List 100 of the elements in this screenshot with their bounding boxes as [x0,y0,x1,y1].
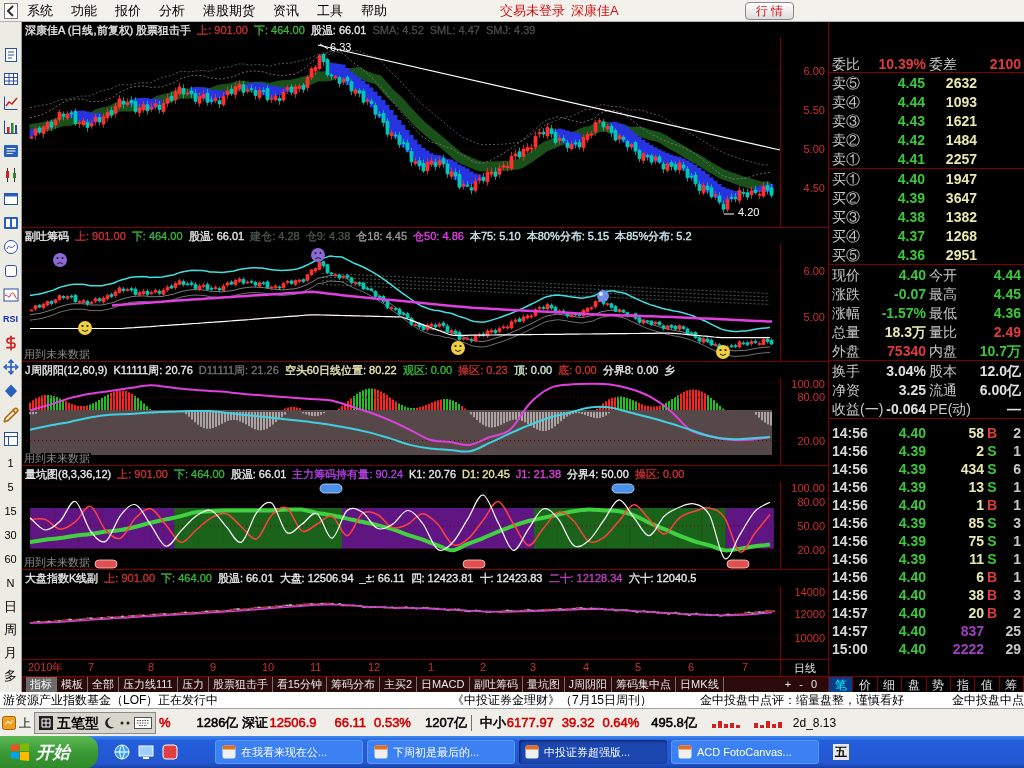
menu-item[interactable]: 帮助 [361,4,387,17]
period-button[interactable]: 5 [7,481,14,493]
taskbar-button[interactable]: ACD FotoCanvas... [671,740,819,764]
bid-price: 4.40 [897,171,925,186]
zoom-button[interactable]: - [798,679,804,690]
indicator-tab[interactable]: 指标 [26,677,57,692]
curve-icon[interactable] [2,239,19,255]
detail-tab[interactable]: 笔 [829,677,854,692]
bar-chart-icon[interactable] [2,119,19,135]
ask-volume: 1621 [945,113,977,128]
panel-icon[interactable] [2,215,19,231]
smiley-icon [716,345,730,359]
indicator-value: 股温: 66.01 [217,572,274,584]
stat-value: 3.04% [886,363,926,378]
indicator-value: 仓9: 4.38 [305,230,351,242]
trade-time: 14:56 [832,588,868,602]
list-icon[interactable] [2,143,19,159]
move-icon[interactable] [2,359,19,375]
axis-label: 4.50 [803,182,825,194]
window-icon[interactable] [2,191,19,207]
frown-face-icon [53,253,67,267]
rsi-button[interactable]: RSI [3,314,18,324]
trade-volume: 6 [976,570,984,584]
menu-item[interactable]: 报价 [115,4,141,17]
ask-price: 4.44 [897,94,925,109]
stat-label: 现价 [832,267,860,282]
news-headline[interactable]: 游资源产业指数基金（LOF）正在发行中 [3,693,219,707]
indicator-value: 仓50: 4.86 [413,230,464,242]
indicator-value: 空头60日线位置: 80.22 [284,364,397,376]
news-headline[interactable]: 《中投证券金理财》（7月15日周刊） [452,693,653,707]
app-icon[interactable] [2,715,16,730]
stat-label: 今开 [929,267,957,282]
period-button[interactable]: 月 [4,646,17,659]
capsule-marker-icon [319,483,343,494]
desktop-icon[interactable] [138,744,154,760]
line-chart-icon[interactable] [2,95,19,111]
period-button[interactable]: 周 [4,623,17,636]
trade-price: 4.40 [898,426,926,440]
indicator-value: 下: 464.00 [161,572,212,584]
period-button[interactable]: 60 [4,553,17,565]
period-button[interactable]: 多 [4,669,17,682]
bid-level-label: 买⑤ [832,247,860,262]
grid-icon[interactable] [2,71,19,87]
ime-indicator[interactable]: 五 [833,744,849,760]
menu-item[interactable]: 工具 [317,4,343,17]
taskbar-button[interactable]: 在我看来现在公... [215,740,363,764]
indicator-title: 大盘指数K线副 [25,572,99,584]
wave-chart-icon[interactable] [2,287,19,303]
period-button[interactable]: 15 [4,505,17,517]
keyboard-icon[interactable] [134,716,152,729]
menu-item[interactable]: 资讯 [273,4,299,17]
axis-label: 5.50 [803,104,825,116]
period-button[interactable]: 1 [7,457,14,469]
indicator-value: 二十: 12128.34 [548,572,623,584]
menu-item[interactable]: 港股期货 [203,4,255,17]
ime-icon[interactable] [38,714,54,731]
quote-button[interactable]: 行 情 [745,1,795,20]
stock-name: 深康佳A [571,4,619,17]
pencil-icon[interactable] [2,407,19,423]
period-button[interactable]: 日 [4,600,17,613]
trade-count: 1 [1013,480,1021,494]
indicator-value: 上: 901.00 [197,24,248,36]
period-button[interactable]: 30 [4,529,17,541]
menu-item[interactable]: 功能 [71,4,97,17]
stat-value: 10.7万 [979,343,1021,358]
document-icon[interactable] [2,47,19,63]
globe-icon[interactable] [114,744,130,760]
taskbar-button[interactable]: 下周初是最后的... [367,740,515,764]
period-button[interactable]: N [6,577,15,589]
square-icon[interactable] [2,263,19,279]
indicator-value: 十: 12423.83 [479,572,543,584]
capsule-marker-icon [94,559,118,569]
zoom-button[interactable]: + [783,679,793,690]
taskbar-button[interactable]: 中投证券超强版... [519,740,667,764]
date-axis-label: 7 [742,662,749,673]
start-button[interactable]: 开始 [0,736,98,768]
future-data-note: 用到未来数据 [23,557,91,568]
trade-time: 15:00 [832,642,868,656]
indicator-value: J1: 21.38 [515,468,562,480]
axis-label: 20.00 [797,544,825,557]
news-headline[interactable]: 金中投盘中点评：缩量盘整，谨慎看好 [700,693,904,707]
ask-level-label: 卖⑤ [832,75,860,90]
moon-icon[interactable] [102,715,116,730]
news-headline[interactable]: 金中投盘中点 [952,693,1024,707]
stat-value: 4.45 [993,286,1021,301]
date-axis-label: 2 [480,662,487,673]
menu-item[interactable]: 分析 [159,4,185,17]
diamond-icon[interactable] [2,383,19,399]
stat-value: 4.36 [993,305,1021,320]
trade-price: 4.39 [898,516,926,530]
zoom-button[interactable]: 0 [809,679,818,690]
window-icon [678,745,692,759]
date-axis-label: 6 [688,662,695,673]
market-stat: % [159,716,171,729]
axis-label: 100.00 [791,482,825,494]
indicator-value: _±: 66.11 [359,572,405,584]
menu-item[interactable]: 系统 [27,4,53,17]
table-icon[interactable] [2,431,19,447]
trade-time: 14:56 [832,516,868,530]
indicator-value: D1: 20.45 [462,468,510,480]
